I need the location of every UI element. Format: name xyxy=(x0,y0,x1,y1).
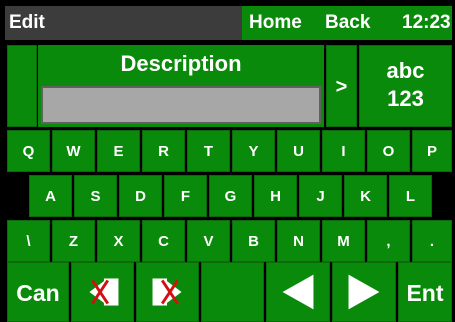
key-s[interactable]: S xyxy=(74,175,117,217)
key-z[interactable]: Z xyxy=(52,220,95,262)
key-t[interactable]: T xyxy=(187,130,230,172)
key-d[interactable]: D xyxy=(119,175,162,217)
key-comma[interactable]: , xyxy=(367,220,410,262)
cursor-left-button[interactable] xyxy=(266,262,330,322)
cursor-right-button[interactable] xyxy=(332,262,396,322)
key-x[interactable]: X xyxy=(97,220,140,262)
key-u[interactable]: U xyxy=(277,130,320,172)
key-m[interactable]: M xyxy=(322,220,365,262)
home-button[interactable]: Home xyxy=(249,6,302,40)
arrow-left-icon xyxy=(282,274,314,310)
delete-right-icon xyxy=(152,278,182,306)
description-input[interactable] xyxy=(41,86,321,124)
mode-toggle-button[interactable]: abc 123 xyxy=(359,45,452,127)
nav-bar: Home Back 12:23 xyxy=(242,6,452,40)
enter-button[interactable]: Ent xyxy=(398,262,452,322)
description-label: Description xyxy=(120,51,242,76)
key-e[interactable]: E xyxy=(97,130,140,172)
key-v[interactable]: V xyxy=(187,220,230,262)
key-o[interactable]: O xyxy=(367,130,410,172)
key-period[interactable]: . xyxy=(412,220,452,262)
key-i[interactable]: I xyxy=(322,130,365,172)
key-backslash[interactable]: \ xyxy=(7,220,50,262)
key-w[interactable]: W xyxy=(52,130,95,172)
cancel-button[interactable]: Can xyxy=(7,262,69,322)
mode-toggle-123: 123 xyxy=(387,86,424,111)
keyboard-screen: Edit Home Back 12:23 Description > abc 1… xyxy=(5,6,452,322)
title-bar: Edit Home Back 12:23 xyxy=(5,6,452,40)
key-y[interactable]: Y xyxy=(232,130,275,172)
key-r[interactable]: R xyxy=(142,130,185,172)
back-button[interactable]: Back xyxy=(325,6,370,40)
key-a[interactable]: A xyxy=(29,175,72,217)
backspace-left-icon xyxy=(89,278,119,306)
key-h[interactable]: H xyxy=(254,175,297,217)
mode-toggle-abc: abc xyxy=(386,58,425,83)
delete-left-button[interactable] xyxy=(71,262,134,322)
next-field-button[interactable]: > xyxy=(326,45,357,127)
left-blank-button[interactable] xyxy=(7,45,37,127)
description-panel: Description xyxy=(38,45,324,127)
arrow-right-icon xyxy=(348,274,380,310)
key-p[interactable]: P xyxy=(412,130,452,172)
key-g[interactable]: G xyxy=(209,175,252,217)
key-f[interactable]: F xyxy=(164,175,207,217)
key-n[interactable]: N xyxy=(277,220,320,262)
key-k[interactable]: K xyxy=(344,175,387,217)
key-b[interactable]: B xyxy=(232,220,275,262)
key-l[interactable]: L xyxy=(389,175,432,217)
key-j[interactable]: J xyxy=(299,175,342,217)
delete-right-button[interactable] xyxy=(136,262,199,322)
clock: 12:23 xyxy=(402,12,451,33)
screen-title: Edit xyxy=(9,12,45,33)
key-q[interactable]: Q xyxy=(7,130,50,172)
key-c[interactable]: C xyxy=(142,220,185,262)
blank-button[interactable] xyxy=(201,262,264,322)
